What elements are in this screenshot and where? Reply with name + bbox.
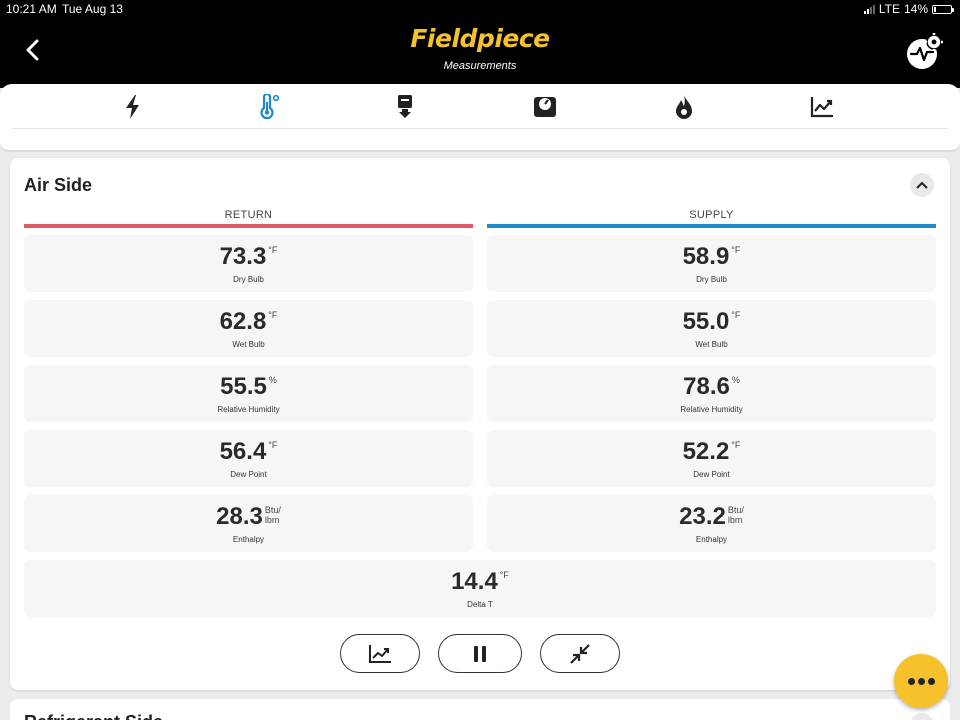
expand-section-button[interactable]	[910, 713, 934, 720]
measurement-settings-button[interactable]	[904, 33, 944, 71]
status-bar: 10:21 AM Tue Aug 13 LTE 14%	[0, 0, 960, 20]
return-column-header: RETURN	[224, 209, 273, 221]
pause-icon	[474, 645, 486, 662]
section-title: Air Side	[24, 175, 93, 195]
reading-label: Enthalpy	[232, 535, 265, 544]
reading-unit: Btu/ lbm	[264, 505, 281, 525]
reading-label: Relative Humidity	[680, 405, 743, 414]
chevron-up-icon	[916, 181, 928, 189]
reading-value: 58.9	[682, 243, 730, 270]
refrigerant-scale-icon	[534, 97, 556, 117]
measurement-tab-bar	[0, 84, 960, 150]
reading-unit: Btu/ lbm	[727, 505, 744, 525]
return-wet-bulb-tile[interactable]: 62.8 °F Wet Bulb	[24, 300, 473, 357]
reading-value: 73.3	[219, 243, 267, 270]
signal-icon	[863, 4, 875, 14]
reading-value: 78.6	[683, 373, 730, 400]
supply-relative-humidity-tile[interactable]: 78.6% Relative Humidity	[487, 365, 936, 422]
tab-divider	[12, 128, 948, 129]
status-date: Tue Aug 13	[62, 2, 123, 16]
reading-label: Wet Bulb	[232, 340, 265, 349]
dot	[927, 677, 935, 685]
trend-chart-icon	[810, 97, 833, 118]
pause-button[interactable]	[438, 634, 522, 673]
lightning-icon	[126, 95, 139, 119]
supply-enthalpy-tile[interactable]: 23.2 Btu/ lbm Enthalpy	[487, 495, 936, 552]
reading-value: 23.2	[679, 503, 726, 530]
return-dry-bulb-tile[interactable]: 73.3 °F Dry Bulb	[24, 235, 473, 292]
reading-value: 55.0	[682, 308, 730, 335]
reading-label: Wet Bulb	[695, 340, 728, 349]
tab-refrigerant-scale[interactable]	[525, 92, 565, 122]
flame-icon	[676, 95, 692, 119]
reading-unit: %	[731, 375, 740, 385]
reading-unit: °F	[731, 245, 741, 255]
reading-label: Enthalpy	[695, 535, 728, 544]
trend-chart-icon	[369, 644, 391, 663]
delta-t-tile[interactable]: 14.4 °F Delta T	[24, 560, 936, 617]
supply-dew-point-tile[interactable]: 52.2 °F Dew Point	[487, 430, 936, 487]
battery-percent: 14%	[903, 2, 928, 16]
reading-unit: °F	[499, 570, 509, 580]
reading-unit: °F	[268, 440, 278, 450]
supply-column-header: SUPPLY	[689, 209, 734, 221]
reading-label: Dew Point	[230, 470, 267, 479]
show-graph-button[interactable]	[340, 634, 420, 673]
return-relative-humidity-tile[interactable]: 55.5% Relative Humidity	[24, 365, 473, 422]
battery-icon	[932, 4, 954, 14]
reading-unit: %	[268, 375, 277, 385]
reading-label: Delta T	[467, 600, 493, 609]
network-label: LTE	[878, 2, 900, 16]
supply-color-bar	[487, 224, 936, 228]
dot	[917, 677, 925, 685]
tab-vacuum[interactable]	[385, 92, 425, 122]
refrigerant-side-card: Refrigerant Side	[10, 699, 950, 720]
collapse-section-button[interactable]	[910, 173, 934, 197]
page-subtitle: Measurements	[443, 60, 517, 72]
status-right: LTE 14%	[863, 2, 954, 16]
reading-value: 52.2	[682, 438, 730, 465]
more-actions-button[interactable]	[894, 654, 948, 708]
return-enthalpy-tile[interactable]: 28.3 Btu/ lbm Enthalpy	[24, 495, 473, 552]
reading-label: Dew Point	[693, 470, 730, 479]
reading-unit: °F	[731, 310, 741, 320]
return-dew-point-tile[interactable]: 56.4 °F Dew Point	[24, 430, 473, 487]
reading-unit: °F	[268, 245, 278, 255]
tab-combustion[interactable]	[664, 92, 704, 122]
app-header: Fieldpiece Measurements	[0, 20, 960, 88]
reading-label: Dry Bulb	[233, 275, 264, 284]
reading-label: Dry Bulb	[696, 275, 727, 284]
reading-value: 56.4	[219, 438, 267, 465]
brand-logo: Fieldpiece	[410, 24, 550, 53]
section-title: Refrigerant Side	[24, 712, 163, 720]
air-side-card: Air Side RETURN SUPPLY 73.3 °F Dry Bulb 6…	[10, 158, 950, 690]
compact-view-button[interactable]	[540, 634, 620, 673]
vacuum-probe-icon	[398, 95, 412, 118]
return-color-bar	[24, 224, 473, 228]
supply-wet-bulb-tile[interactable]: 55.0 °F Wet Bulb	[487, 300, 936, 357]
reading-value: 62.8	[219, 308, 267, 335]
collapse-arrows-icon	[570, 643, 590, 664]
activity-settings-icon	[907, 33, 943, 69]
reading-value: 28.3	[216, 503, 263, 530]
tab-trends[interactable]	[802, 92, 842, 122]
reading-label: Relative Humidity	[217, 405, 280, 414]
reading-unit: °F	[268, 310, 278, 320]
reading-value: 14.4	[451, 568, 498, 595]
tab-temperature[interactable]	[250, 92, 290, 122]
reading-value: 55.5	[220, 373, 267, 400]
supply-dry-bulb-tile[interactable]: 58.9 °F Dry Bulb	[487, 235, 936, 292]
tab-electrical[interactable]	[113, 92, 153, 122]
thermometer-icon	[260, 94, 280, 120]
more-dots-icon	[907, 677, 915, 685]
status-time: 10:21 AM	[6, 2, 57, 16]
reading-unit: °F	[731, 440, 741, 450]
